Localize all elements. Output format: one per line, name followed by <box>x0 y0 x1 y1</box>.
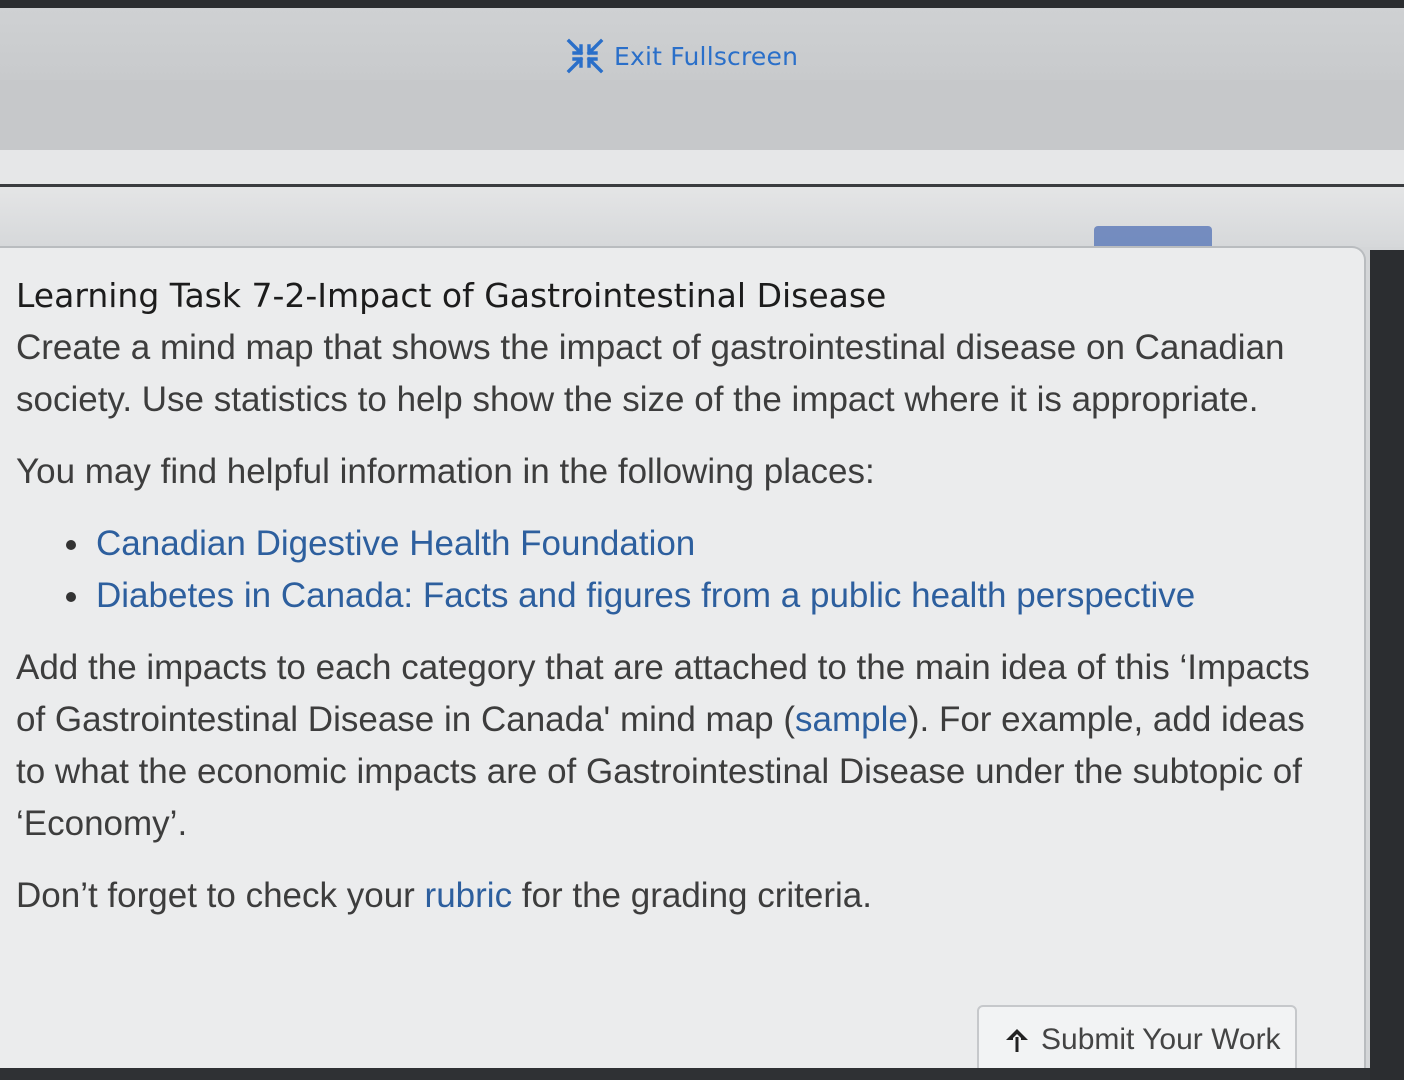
screen-bottom-edge <box>0 1068 1370 1080</box>
bullet-icon <box>66 592 76 602</box>
panel-shadow <box>1370 250 1404 1080</box>
screen-top-edge <box>0 0 1404 8</box>
list-item: Diabetes in Canada: Facts and figures fr… <box>60 570 1336 622</box>
rubric-text-end: for the grading criteria. <box>512 876 872 915</box>
active-tab-indicator <box>1094 226 1212 248</box>
resource-list: Canadian Digestive Health Foundation Dia… <box>16 518 1336 622</box>
link-canadian-digestive-health[interactable]: Canadian Digestive Health Foundation <box>96 524 695 563</box>
link-diabetes-in-canada[interactable]: Diabetes in Canada: Facts and figures fr… <box>96 576 1195 615</box>
list-item: Canadian Digestive Health Foundation <box>60 518 1336 570</box>
toolbar-band <box>0 80 1404 150</box>
task-title: Learning Task 7-2-Impact of Gastrointest… <box>16 276 887 315</box>
link-sample[interactable]: sample <box>795 700 908 739</box>
exit-fullscreen-label: Exit Fullscreen <box>614 41 799 71</box>
fullscreen-bar: Exit Fullscreen <box>0 8 1404 80</box>
task-intro: Create a mind map that shows the impact … <box>16 328 1285 419</box>
task-instructions: Add the impacts to each category that ar… <box>16 642 1336 850</box>
task-content: Learning Task 7-2-Impact of Gastrointest… <box>16 270 1336 922</box>
link-rubric[interactable]: rubric <box>425 876 513 915</box>
submit-work-button[interactable]: Submit Your Work <box>977 1005 1297 1075</box>
upload-arrow-icon <box>1003 1026 1031 1054</box>
bullet-icon <box>66 540 76 550</box>
header-strip <box>0 150 1404 184</box>
exit-fullscreen-icon <box>566 37 604 75</box>
exit-fullscreen-button[interactable]: Exit Fullscreen <box>566 36 798 76</box>
rubric-text: Don’t forget to check your <box>16 876 425 915</box>
resources-intro: You may find helpful information in the … <box>16 452 875 491</box>
submit-work-label: Submit Your Work <box>1041 1023 1281 1056</box>
rubric-reminder: Don’t forget to check your rubric for th… <box>16 870 1336 922</box>
